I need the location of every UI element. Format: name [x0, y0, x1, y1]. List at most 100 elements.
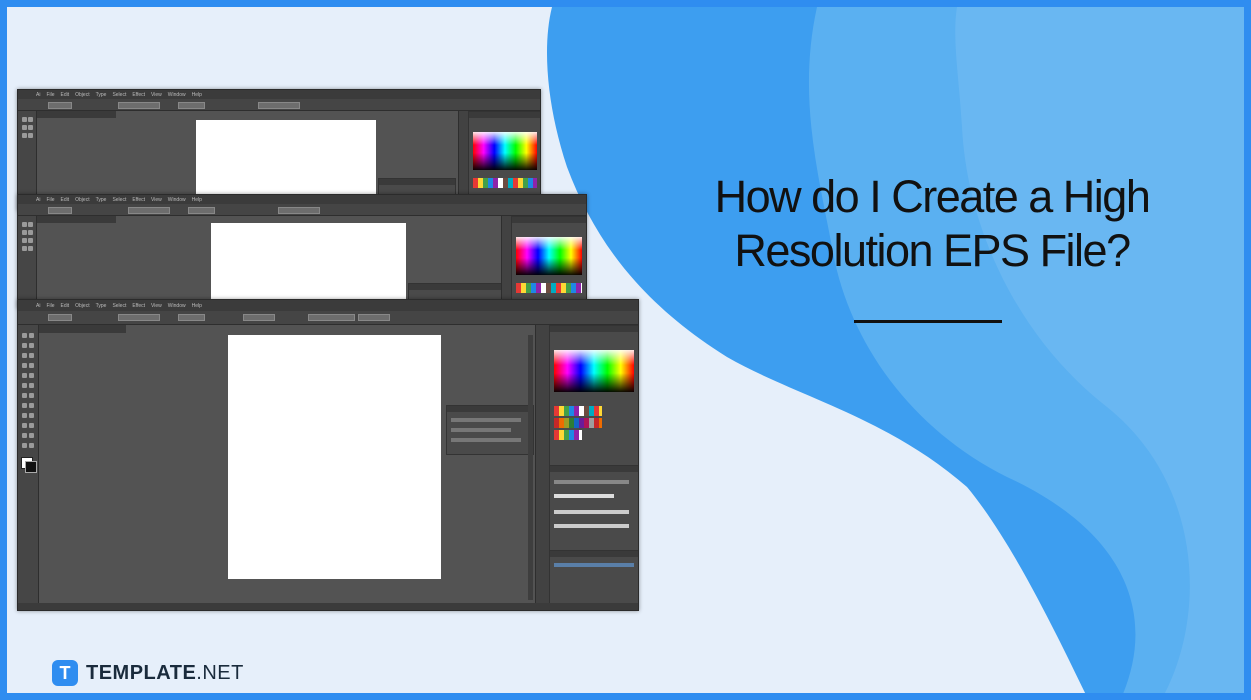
menu-item[interactable]: Edit	[61, 197, 70, 203]
tool-icon[interactable]	[22, 413, 27, 418]
menu-item[interactable]: Help	[192, 303, 202, 309]
menu-item[interactable]: File	[46, 197, 54, 203]
vertical-scrollbar[interactable]	[528, 335, 533, 600]
control-field[interactable]	[243, 314, 275, 321]
control-field[interactable]	[178, 102, 205, 109]
control-field[interactable]	[128, 207, 170, 214]
menu-item[interactable]: Window	[168, 197, 186, 203]
tool-icon[interactable]	[28, 230, 33, 235]
tool-icon[interactable]	[29, 443, 34, 448]
menu-item[interactable]: Object	[75, 197, 89, 203]
menu-item[interactable]: File	[46, 92, 54, 98]
control-field[interactable]	[278, 207, 320, 214]
menu-item[interactable]: View	[151, 197, 162, 203]
menu-item[interactable]: Select	[112, 92, 126, 98]
menu-item[interactable]: Ai	[36, 303, 40, 309]
tool-icon[interactable]	[28, 117, 33, 122]
control-field[interactable]	[118, 102, 160, 109]
menu-item[interactable]: Object	[75, 92, 89, 98]
tool-icon[interactable]	[29, 383, 34, 388]
control-field[interactable]	[178, 314, 205, 321]
tool-icon[interactable]	[29, 413, 34, 418]
menu-item[interactable]: Ai	[36, 197, 40, 203]
tool-icon[interactable]	[22, 133, 27, 138]
document-tab[interactable]	[36, 325, 126, 333]
menu-item[interactable]: Edit	[61, 303, 70, 309]
control-field[interactable]	[258, 102, 300, 109]
tool-icon[interactable]	[22, 230, 27, 235]
control-field[interactable]	[118, 314, 160, 321]
menu-item[interactable]: Effect	[132, 303, 145, 309]
swatches[interactable]	[516, 283, 582, 293]
menu-item[interactable]: File	[46, 303, 54, 309]
tool-icon[interactable]	[29, 393, 34, 398]
control-field[interactable]	[358, 314, 390, 321]
tool-icon[interactable]	[28, 222, 33, 227]
control-field[interactable]	[308, 314, 355, 321]
menu-item[interactable]: Ai	[36, 92, 40, 98]
tool-icon[interactable]	[28, 133, 33, 138]
control-field[interactable]	[48, 207, 72, 214]
tool-icon[interactable]	[29, 343, 34, 348]
menu-item[interactable]: Edit	[61, 92, 70, 98]
color-spectrum[interactable]	[554, 350, 634, 392]
tool-icon[interactable]	[22, 117, 27, 122]
menu-item[interactable]: Type	[96, 92, 107, 98]
tool-icon[interactable]	[22, 433, 27, 438]
tool-icon[interactable]	[22, 353, 27, 358]
tool-icon[interactable]	[22, 423, 27, 428]
tool-icon[interactable]	[28, 125, 33, 130]
tool-icon[interactable]	[29, 403, 34, 408]
tools-panel	[18, 216, 37, 308]
control-field[interactable]	[48, 314, 72, 321]
control-field[interactable]	[188, 207, 215, 214]
tool-icon[interactable]	[29, 373, 34, 378]
menu-item[interactable]: Help	[192, 197, 202, 203]
tool-icon[interactable]	[29, 353, 34, 358]
swatches[interactable]	[554, 406, 602, 416]
tool-icon[interactable]	[22, 363, 27, 368]
menu-item[interactable]: Effect	[132, 92, 145, 98]
document-tab[interactable]	[36, 216, 116, 223]
tool-icon[interactable]	[28, 238, 33, 243]
menu-item[interactable]: View	[151, 303, 162, 309]
tool-icon[interactable]	[29, 433, 34, 438]
tool-icon[interactable]	[22, 246, 27, 251]
menu-item[interactable]: Object	[75, 303, 89, 309]
tool-icon[interactable]	[22, 125, 27, 130]
menu-item[interactable]: Type	[96, 197, 107, 203]
tool-icon[interactable]	[22, 222, 27, 227]
tool-icon[interactable]	[29, 363, 34, 368]
tool-icon[interactable]	[22, 383, 27, 388]
tool-icon[interactable]	[22, 393, 27, 398]
stroke-swatch[interactable]	[25, 461, 37, 473]
tool-icon[interactable]	[22, 238, 27, 243]
artboard[interactable]	[228, 335, 441, 579]
menu-item[interactable]: Window	[168, 303, 186, 309]
document-tab[interactable]	[36, 111, 116, 118]
menu-item[interactable]: Type	[96, 303, 107, 309]
tool-icon[interactable]	[22, 333, 27, 338]
tool-icon[interactable]	[22, 373, 27, 378]
tool-icon[interactable]	[22, 403, 27, 408]
color-spectrum[interactable]	[516, 237, 582, 275]
menu-item[interactable]: Help	[192, 92, 202, 98]
menu-item[interactable]: Effect	[132, 197, 145, 203]
menu-item[interactable]: View	[151, 92, 162, 98]
tool-icon[interactable]	[22, 343, 27, 348]
menu-item[interactable]: Select	[112, 303, 126, 309]
brand-logo[interactable]: T TEMPLATE.NET	[52, 660, 244, 686]
swatches[interactable]	[554, 418, 602, 428]
menu-item[interactable]: Window	[168, 92, 186, 98]
tool-icon[interactable]	[29, 423, 34, 428]
color-spectrum[interactable]	[473, 132, 537, 170]
title-line-2: Resolution EPS File?	[734, 225, 1131, 276]
tool-icon[interactable]	[22, 443, 27, 448]
menu-item[interactable]: Select	[112, 197, 126, 203]
swatches[interactable]	[554, 430, 582, 440]
control-field[interactable]	[48, 102, 72, 109]
artboard[interactable]	[211, 223, 406, 308]
swatches[interactable]	[473, 178, 537, 188]
tool-icon[interactable]	[29, 333, 34, 338]
tool-icon[interactable]	[28, 246, 33, 251]
